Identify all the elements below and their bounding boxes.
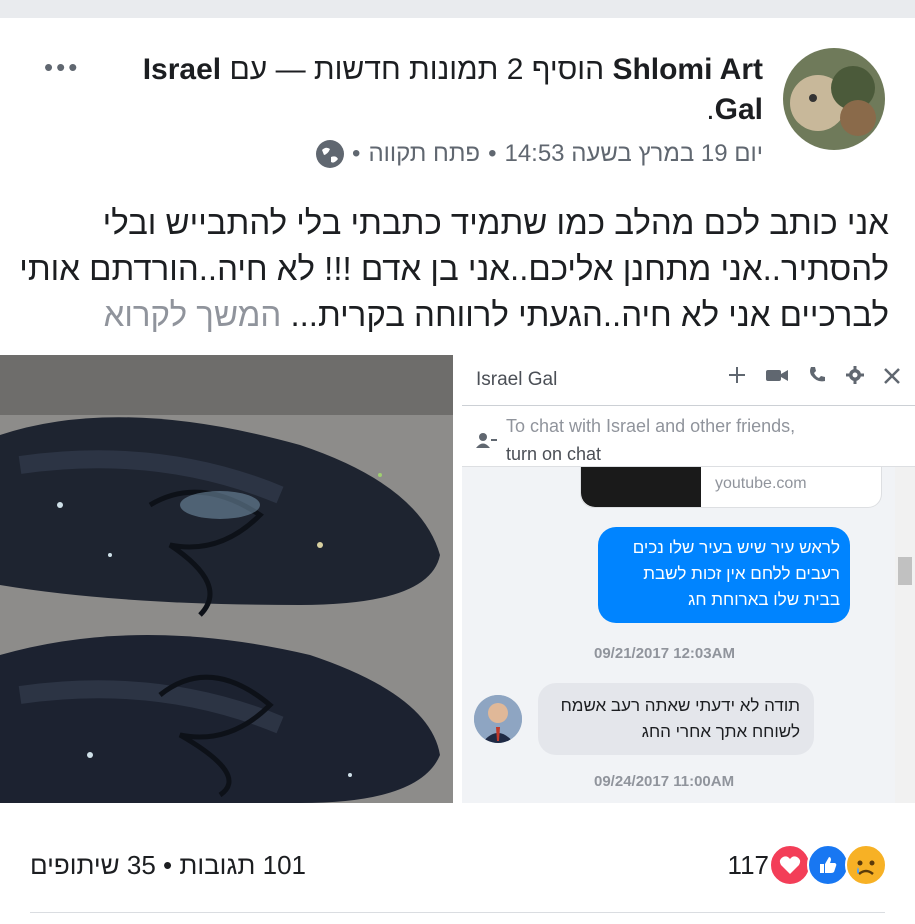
close-icon[interactable]	[883, 365, 901, 391]
reactions-count[interactable]: 117	[728, 850, 769, 881]
post-header: Shlomi Art הוסיף 2 תמונות חדשות — עם Isr…	[123, 50, 763, 130]
author-avatar[interactable]	[783, 48, 885, 150]
footer-separator: •	[163, 850, 173, 880]
chat-header: Israel Gal	[462, 355, 915, 406]
scroll-thumb[interactable]	[898, 557, 912, 585]
message-timestamp: 09/21/2017 12:03AM	[594, 645, 735, 662]
like-reaction-icon	[807, 844, 849, 886]
love-reaction-icon	[769, 844, 811, 886]
phone-icon[interactable]	[807, 365, 827, 391]
comments-count[interactable]: 101 תגובות	[179, 850, 306, 880]
top-divider	[0, 0, 915, 18]
shares-count[interactable]: 35 שיתופים	[30, 850, 156, 880]
turn-on-chat-link[interactable]: turn on chat	[506, 440, 795, 468]
sad-reaction-icon	[845, 844, 887, 886]
plus-icon[interactable]	[727, 365, 747, 391]
post-body: אני כותב לכם מהלב כמו שתמיד כתבתי בלי לה…	[19, 200, 889, 338]
chat-notice: To chat with Israel and other friends, t…	[462, 406, 915, 467]
person-icon	[476, 432, 498, 453]
period: .	[706, 93, 715, 126]
post-location[interactable]: פתח תקווה	[368, 138, 480, 170]
notice-text: To chat with Israel and other friends, t…	[506, 412, 795, 468]
incoming-message: תודה לא ידעתי שאתה רעב אשמח לשוחח אתך אח…	[538, 683, 814, 755]
shoes-photo[interactable]	[0, 355, 453, 803]
link-preview-card[interactable]: youtube.com	[580, 467, 882, 508]
footer-divider	[30, 912, 885, 913]
contact-avatar	[474, 695, 522, 743]
see-more-link[interactable]: המשך לקרוא	[104, 296, 282, 333]
link-domain: youtube.com	[715, 475, 807, 492]
notice-line: To chat with Israel and other friends,	[506, 416, 796, 436]
meta-separator: •	[352, 140, 361, 167]
link-thumbnail	[581, 467, 701, 507]
post-date[interactable]: יום 19 במרץ בשעה 14:53	[504, 138, 763, 170]
message-timestamp: 09/24/2017 11:00AM	[594, 773, 735, 790]
gear-icon[interactable]	[845, 365, 865, 391]
author-name[interactable]: Shlomi Art	[612, 53, 763, 86]
chat-contact-name[interactable]: Israel Gal	[476, 369, 557, 391]
chat-screenshot[interactable]: Israel Gal To chat with Israel and other	[462, 355, 915, 803]
globe-icon	[316, 140, 345, 168]
post-meta: יום 19 במרץ בשעה 14:53 • פתח תקווה •	[316, 138, 763, 170]
video-icon[interactable]	[765, 365, 789, 391]
post-action-text: הוסיף 2 תמונות חדשות — עם	[229, 53, 605, 86]
meta-separator: •	[488, 140, 497, 167]
more-options-button[interactable]: •••	[44, 52, 80, 82]
chat-scrollbar[interactable]	[895, 467, 915, 803]
outgoing-message: לראש עיר שיש בעיר שלו נכים רעבים ללחם אי…	[598, 527, 850, 623]
chat-header-icons	[727, 365, 901, 391]
engagement-counts: 101 תגובות • 35 שיתופים	[30, 850, 306, 881]
reactions-summary[interactable]: 117	[728, 844, 887, 886]
